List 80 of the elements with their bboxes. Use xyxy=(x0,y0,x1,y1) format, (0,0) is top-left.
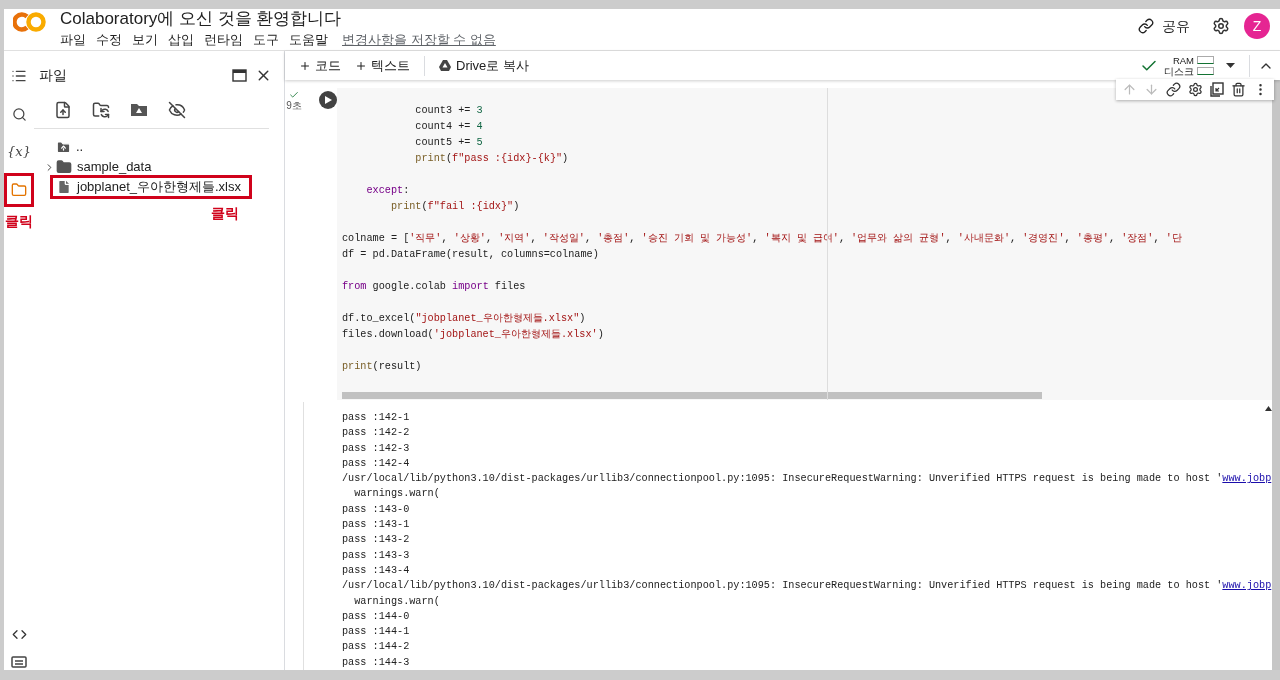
output-line: pass :142-1 xyxy=(342,411,410,425)
folder-icon xyxy=(56,159,72,175)
terminal-icon[interactable] xyxy=(11,656,27,668)
code-line: df = pd.DataFrame(result, columns=colname) xyxy=(342,248,599,262)
output-line: pass :143-3 xyxy=(342,548,410,563)
variables-icon[interactable]: {x} xyxy=(7,142,31,162)
mirror-cell-icon[interactable] xyxy=(1210,82,1224,97)
output-line: pass :142-2 xyxy=(342,426,410,441)
horizontal-scrollbar[interactable] xyxy=(342,392,1042,399)
link-icon xyxy=(1138,18,1154,34)
output-line: warnings.warn( xyxy=(353,594,440,609)
output-line: pass :144-3 xyxy=(342,655,410,670)
play-icon xyxy=(324,96,332,104)
annotation-label: 클릭 xyxy=(5,212,33,230)
code-line: df.to_excel("jobplanet_우아한형제들.xlsx") xyxy=(342,312,586,326)
folder-up-icon xyxy=(56,139,71,155)
output-line: pass :143-4 xyxy=(342,563,410,578)
drive-folder-icon[interactable] xyxy=(130,102,148,117)
code-snippets-icon[interactable] xyxy=(11,627,27,642)
link-icon[interactable] xyxy=(1166,82,1181,97)
settings-icon[interactable] xyxy=(1212,17,1230,35)
upload-file-icon[interactable] xyxy=(54,100,72,119)
search-icon[interactable] xyxy=(11,106,27,122)
notebook-title[interactable]: Colaboratory에 오신 것을 환영합니다 xyxy=(60,9,496,29)
host-link[interactable]: www.jobp xyxy=(1222,578,1272,594)
save-notice-link[interactable]: 변경사항을 저장할 수 없음 xyxy=(342,31,496,48)
add-code-button[interactable]: 코드 xyxy=(299,55,341,76)
code-line: print(f"pass :{idx}-{k}") xyxy=(414,152,569,166)
drive-icon xyxy=(439,60,451,71)
output-line: pass :143-0 xyxy=(342,502,410,517)
code-line: from google.colab import files xyxy=(342,280,526,294)
menu-item[interactable]: 보기 xyxy=(132,31,158,48)
copy-to-drive-button[interactable]: Drive로 복사 xyxy=(439,55,529,76)
output-line: pass :143-1 xyxy=(342,518,410,533)
code-line: print(f"fail :{idx}") xyxy=(389,200,520,214)
file-icon xyxy=(56,179,72,195)
delete-icon[interactable] xyxy=(1231,82,1246,97)
annotation-label: 클릭 xyxy=(211,204,239,223)
output-line: pass :144-1 xyxy=(342,625,410,640)
code-line: except: xyxy=(365,184,410,198)
output-line: pass :144-2 xyxy=(342,640,410,655)
dropdown-caret-icon[interactable] xyxy=(1226,63,1235,68)
refresh-folder-icon[interactable] xyxy=(92,100,110,119)
add-text-button[interactable]: 텍스트 xyxy=(355,55,410,76)
panel-title: 파일 xyxy=(39,65,67,85)
scroll-up-icon[interactable] xyxy=(1265,406,1272,411)
code-line: count4 += 4 xyxy=(414,120,483,134)
host-link[interactable]: www.jobp xyxy=(1222,471,1272,487)
output-line: warnings.warn( xyxy=(353,487,440,502)
menu-item[interactable]: 런타임 xyxy=(204,31,243,48)
output-line: pass :142-3 xyxy=(342,441,410,456)
table-of-contents-icon[interactable] xyxy=(11,68,27,84)
menu-item[interactable]: 도구 xyxy=(253,31,279,48)
run-time-label: 9초 xyxy=(286,100,302,112)
avatar[interactable]: Z xyxy=(1244,13,1270,39)
output-line: pass :142-4 xyxy=(342,456,410,471)
code-line: print(result) xyxy=(342,360,422,374)
output-line: pass :143-2 xyxy=(342,533,410,548)
folder-icon[interactable] xyxy=(11,182,27,198)
vertical-scrollbar[interactable] xyxy=(1272,80,1280,670)
plus-icon xyxy=(355,59,367,72)
code-line: count5 += 5 xyxy=(414,136,483,150)
logo xyxy=(13,11,47,33)
hide-icon[interactable] xyxy=(168,100,186,119)
menu-item[interactable]: 도움말 xyxy=(289,31,328,48)
settings-icon[interactable] xyxy=(1188,82,1203,97)
menu-item[interactable]: 파일 xyxy=(60,31,86,48)
warning-line: /usr/local/lib/python3.10/dist-packages/urllib3/connectionpool.py:1095: InsecureRequestWarning: Unverified HTTPS request is being made to host ' xyxy=(342,472,1223,487)
panel-window-icon[interactable] xyxy=(232,68,247,82)
code-line: files.download('jobplanet_우아한형제들.xlsx') xyxy=(342,328,604,342)
resource-meter[interactable]: RAM 디스크 xyxy=(1164,54,1214,77)
code-line: count3 += 3 xyxy=(414,104,483,118)
share-button[interactable]: 공유 xyxy=(1138,15,1190,37)
file-tree-item[interactable]: jobplanet_우아한형제들.xlsx xyxy=(50,175,252,199)
run-button[interactable] xyxy=(319,91,337,109)
menu-item[interactable]: 수정 xyxy=(96,31,122,48)
warning-line: /usr/local/lib/python3.10/dist-packages/urllib3/connectionpool.py:1095: InsecureRequestWarning: Unverified HTTPS request is being made to host ' xyxy=(342,579,1223,594)
menu-item[interactable]: 삽입 xyxy=(168,31,194,48)
output-line: pass :144-0 xyxy=(342,609,410,624)
plus-icon xyxy=(299,59,311,72)
